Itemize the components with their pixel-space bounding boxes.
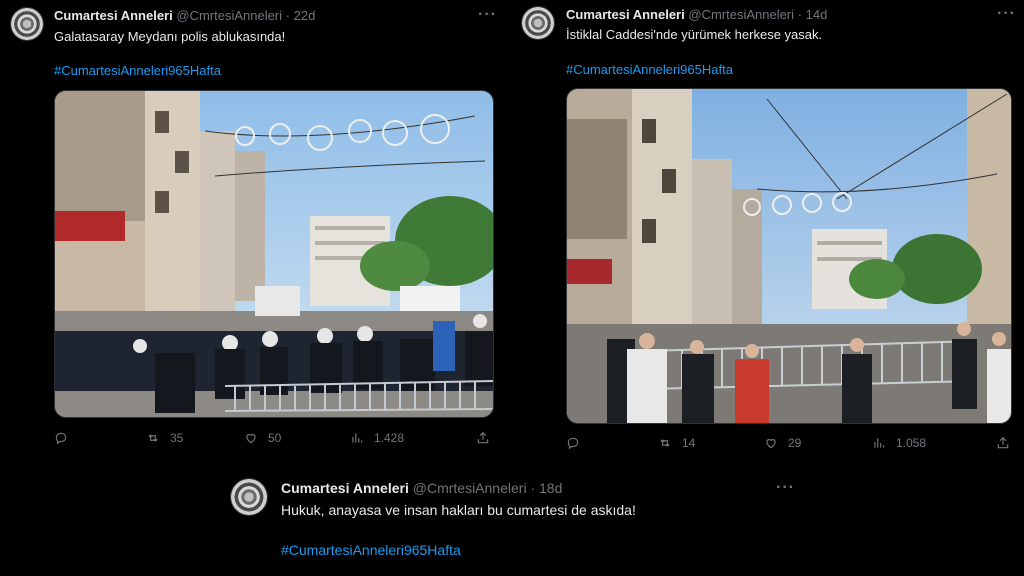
reply-button[interactable] (566, 436, 658, 450)
share-icon (996, 436, 1010, 450)
separator-dot: · (285, 8, 290, 23)
avatar[interactable] (10, 7, 44, 41)
photo-istiklal-barricade (567, 89, 1011, 423)
hashtag-link[interactable]: #CumartesiAnneleri965Hafta (281, 542, 461, 558)
avatar[interactable] (230, 478, 268, 516)
views-button[interactable]: 1.058 (872, 436, 996, 450)
author-handle[interactable]: @CmrtesiAnneleri (688, 7, 794, 22)
tweet-header: Cumartesi Anneleri @CmrtesiAnneleri · 18… (281, 480, 562, 496)
tweet-actions: 14 29 1.058 (566, 436, 1012, 450)
separator-dot: · (797, 7, 802, 22)
more-options-icon[interactable]: ··· (776, 479, 795, 497)
like-button[interactable]: 50 (244, 431, 350, 445)
retweet-button[interactable]: 35 (146, 431, 244, 445)
more-options-icon[interactable]: ··· (997, 5, 1016, 23)
tweet-text: Galatasaray Meydanı polis ablukasında! (54, 29, 286, 44)
tweet-text: Hukuk, anayasa ve insan hakları bu cumar… (281, 502, 636, 518)
views-icon (872, 436, 886, 450)
separator-dot: · (530, 480, 536, 496)
hashtag-link[interactable]: #CumartesiAnneleri965Hafta (54, 63, 221, 78)
like-icon (244, 431, 258, 445)
like-count: 29 (788, 436, 802, 450)
hashtag-link[interactable]: #CumartesiAnneleri965Hafta (566, 62, 733, 77)
share-icon (476, 431, 490, 445)
author-handle[interactable]: @CmrtesiAnneleri (413, 480, 527, 496)
view-count: 1.058 (896, 436, 927, 450)
tweet-age[interactable]: 22d (294, 8, 316, 23)
author-handle[interactable]: @CmrtesiAnneleri (176, 8, 282, 23)
retweet-count: 14 (682, 436, 696, 450)
tweet-age[interactable]: 18d (539, 480, 562, 496)
views-button[interactable]: 1.428 (350, 431, 476, 445)
photo-police-barricade (55, 91, 493, 417)
retweet-icon (146, 431, 160, 445)
view-count: 1.428 (374, 431, 405, 445)
author-name[interactable]: Cumartesi Anneleri (54, 8, 173, 23)
tweet-3[interactable]: Cumartesi Anneleri @CmrtesiAnneleri · 18… (220, 470, 810, 576)
reply-button[interactable] (54, 431, 146, 445)
share-button[interactable] (996, 436, 1010, 450)
like-icon (764, 436, 778, 450)
author-name[interactable]: Cumartesi Anneleri (566, 7, 685, 22)
tweet-2[interactable]: Cumartesi Anneleri @CmrtesiAnneleri · 14… (512, 0, 1024, 460)
reply-icon (566, 436, 580, 450)
tweet-actions: 35 50 1.428 (54, 431, 494, 445)
tweet-photo[interactable] (566, 88, 1012, 424)
like-count: 50 (268, 431, 282, 445)
tweet-age[interactable]: 14d (806, 7, 828, 22)
author-name[interactable]: Cumartesi Anneleri (281, 480, 409, 496)
tweet-1[interactable]: Cumartesi Anneleri @CmrtesiAnneleri · 22… (0, 0, 512, 460)
retweet-count: 35 (170, 431, 184, 445)
tweet-photo[interactable] (54, 90, 494, 418)
retweet-icon (658, 436, 672, 450)
share-button[interactable] (476, 431, 490, 445)
avatar[interactable] (521, 6, 555, 40)
reply-icon (54, 431, 68, 445)
more-options-icon[interactable]: ··· (478, 6, 497, 24)
tweet-header: Cumartesi Anneleri @CmrtesiAnneleri · 22… (54, 8, 315, 23)
retweet-button[interactable]: 14 (658, 436, 764, 450)
tweet-text: İstiklal Caddesi'nde yürümek herkese yas… (566, 27, 823, 42)
views-icon (350, 431, 364, 445)
like-button[interactable]: 29 (764, 436, 872, 450)
tweet-header: Cumartesi Anneleri @CmrtesiAnneleri · 14… (566, 7, 827, 22)
